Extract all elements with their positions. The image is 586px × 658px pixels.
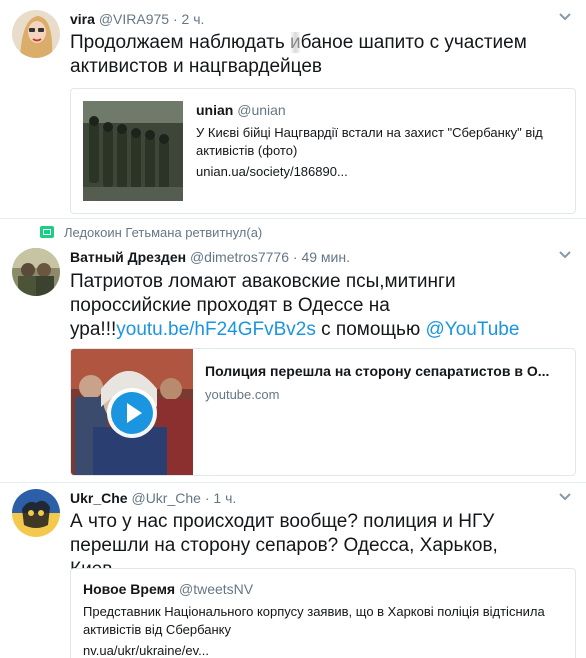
card-title: Полиция перешла на сторону сепаратистов … <box>205 363 550 379</box>
tweet-header: vira @VIRA975 · 2 ч. <box>70 11 204 27</box>
divider <box>0 218 586 219</box>
video-thumbnail[interactable] <box>71 349 193 475</box>
tweet-header: Ukr_Che @Ukr_Che · 1 ч. <box>70 490 236 506</box>
card-source-handle: @tweetsNV <box>179 581 254 597</box>
tweet-text-part: Продолжаем наблюдать <box>70 32 291 53</box>
separator: · <box>292 249 298 265</box>
card-content: Полиция перешла на сторону сепаратистов … <box>205 363 567 402</box>
link-card[interactable]: Новое Время @tweetsNV Представник Націон… <box>70 568 576 658</box>
separator: · <box>172 11 178 27</box>
user-handle[interactable]: @VIRA975 <box>99 11 169 27</box>
card-domain: youtube.com <box>205 387 280 402</box>
retweet-context-label[interactable]: Ледокоин Гетьмана ретвитнул(а) <box>64 225 262 240</box>
card-content: unian @unian У Києві бійці Нацгвардії вс… <box>196 102 566 179</box>
separator: · <box>204 490 210 506</box>
user-handle[interactable]: @dimetros7776 <box>190 249 289 265</box>
obscured-text: и <box>290 32 301 53</box>
tweet-3[interactable]: Ukr_Che @Ukr_Che · 1 ч. А что у нас прои… <box>0 483 586 658</box>
tweet-text: Продолжаем наблюдать ибаное шапито с уча… <box>70 31 570 79</box>
tweet-text: Патриотов ломают аваковские псы,митинги … <box>70 270 550 342</box>
display-name[interactable]: vira <box>70 11 95 27</box>
user-handle[interactable]: @Ukr_Che <box>131 490 200 506</box>
timestamp[interactable]: 2 ч. <box>182 11 205 27</box>
card-source-handle: @unian <box>237 102 286 118</box>
card-description: Представник Національного корпусу заявив… <box>83 604 545 637</box>
link-card[interactable]: unian @unian У Києві бійці Нацгвардії вс… <box>70 88 576 214</box>
timestamp[interactable]: 1 ч. <box>213 490 236 506</box>
tweet-text-part: с помощью <box>315 319 426 340</box>
avatar[interactable] <box>12 489 60 537</box>
chevron-down-icon[interactable] <box>558 12 572 22</box>
tweet-link[interactable]: youtu.be/hF24GFvBv2s <box>116 319 316 340</box>
tweet-1[interactable]: vira @VIRA975 · 2 ч. Продолжаем наблюдат… <box>0 0 586 218</box>
mention-link[interactable]: @YouTube <box>425 319 519 340</box>
retweet-context: Ледокоин Гетьмана ретвитнул(а) <box>40 225 262 240</box>
play-icon[interactable] <box>107 388 157 438</box>
timestamp[interactable]: 49 мин. <box>301 249 350 265</box>
display-name[interactable]: Ватный Дрезден <box>70 249 186 265</box>
video-card[interactable]: Полиция перешла на сторону сепаратистов … <box>70 348 576 476</box>
avatar[interactable] <box>12 10 60 58</box>
card-source-name: unian <box>196 102 234 118</box>
retweet-icon <box>40 226 54 238</box>
chevron-down-icon[interactable] <box>558 250 572 260</box>
card-content: Новое Время @tweetsNV Представник Націон… <box>83 581 567 658</box>
avatar[interactable] <box>12 248 60 296</box>
card-source-name: Новое Время <box>83 581 176 597</box>
chevron-down-icon[interactable] <box>558 492 572 502</box>
display-name[interactable]: Ukr_Che <box>70 490 128 506</box>
tweet-2[interactable]: Ватный Дрезден @dimetros7776 · 49 мин. П… <box>0 240 586 482</box>
card-title: Новое Время @tweetsNV <box>83 581 567 597</box>
card-description: У Києві бійці Нацгвардії встали на захис… <box>196 125 543 158</box>
card-domain: nv.ua/ukr/ukraine/ev... <box>83 643 209 658</box>
card-title: unian @unian <box>196 102 566 118</box>
card-domain: unian.ua/society/186890... <box>196 164 348 179</box>
tweet-header: Ватный Дрезден @dimetros7776 · 49 мин. <box>70 249 350 265</box>
card-image <box>83 101 183 201</box>
